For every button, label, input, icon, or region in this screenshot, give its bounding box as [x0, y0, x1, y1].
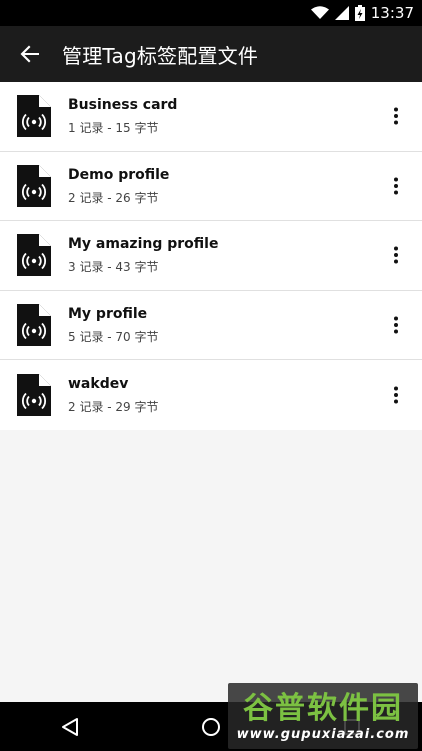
page-title: 管理Tag标签配置文件	[62, 43, 259, 68]
profile-meta: 2 记录 - 29 字节	[68, 400, 159, 415]
list-item[interactable]: My profile 5 记录 - 70 字节	[0, 291, 422, 361]
more-vert-icon	[394, 386, 398, 404]
nfc-file-icon	[17, 95, 51, 138]
profile-name: My profile	[68, 306, 148, 323]
more-vert-icon	[394, 246, 398, 264]
circle-home-icon	[201, 717, 220, 736]
list-item-texts: My amazing profile 3 记录 - 43 字节	[68, 235, 376, 275]
back-button[interactable]	[2, 26, 58, 82]
list-item[interactable]: wakdev 2 记录 - 29 字节	[0, 360, 422, 430]
list-item-texts: My profile 5 记录 - 70 字节	[68, 305, 376, 345]
more-options-button[interactable]	[376, 235, 416, 275]
nfc-file-icon	[17, 164, 51, 207]
more-vert-icon	[394, 107, 398, 125]
watermark-url: www.gupuxiazai.com	[236, 726, 410, 742]
list-item[interactable]: Demo profile 2 记录 - 26 字节	[0, 152, 422, 222]
status-bar: 13:37	[0, 0, 422, 26]
profile-name: Business card	[68, 97, 178, 114]
more-options-button[interactable]	[376, 166, 416, 206]
list-item-texts: wakdev 2 记录 - 29 字节	[68, 375, 376, 415]
more-options-button[interactable]	[376, 305, 416, 345]
triangle-back-icon	[62, 717, 79, 736]
battery-charging-icon	[354, 5, 365, 21]
profile-list: Business card 1 记录 - 15 字节 Demo profile …	[0, 82, 422, 430]
arrow-back-icon	[20, 45, 39, 63]
list-item[interactable]: My amazing profile 3 记录 - 43 字节	[0, 221, 422, 291]
profile-meta: 2 记录 - 26 字节	[68, 190, 159, 205]
nav-back-button[interactable]	[40, 702, 100, 751]
list-item-texts: Business card 1 记录 - 15 字节	[68, 96, 376, 136]
nfc-file-icon	[17, 234, 51, 277]
profile-name: Demo profile	[68, 166, 170, 183]
more-options-button[interactable]	[376, 375, 416, 415]
nfc-file-icon	[17, 304, 51, 347]
watermark: 谷普软件园 www.gupuxiazai.com	[228, 683, 418, 749]
profile-meta: 3 记录 - 43 字节	[68, 260, 159, 275]
profile-meta: 5 记录 - 70 字节	[68, 330, 159, 345]
profile-name: wakdev	[68, 376, 129, 393]
more-vert-icon	[394, 177, 398, 195]
watermark-title: 谷普软件园	[243, 690, 403, 726]
profile-name: My amazing profile	[68, 236, 219, 253]
list-item-texts: Demo profile 2 记录 - 26 字节	[68, 166, 376, 206]
more-vert-icon	[394, 316, 398, 334]
profile-meta: 1 记录 - 15 字节	[68, 121, 159, 136]
nfc-file-icon	[17, 374, 51, 417]
more-options-button[interactable]	[376, 96, 416, 136]
wifi-icon	[310, 6, 329, 19]
app-bar: 管理Tag标签配置文件	[0, 26, 422, 82]
cell-signal-icon	[334, 6, 349, 20]
list-item[interactable]: Business card 1 记录 - 15 字节	[0, 82, 422, 152]
status-time: 13:37	[370, 4, 414, 22]
